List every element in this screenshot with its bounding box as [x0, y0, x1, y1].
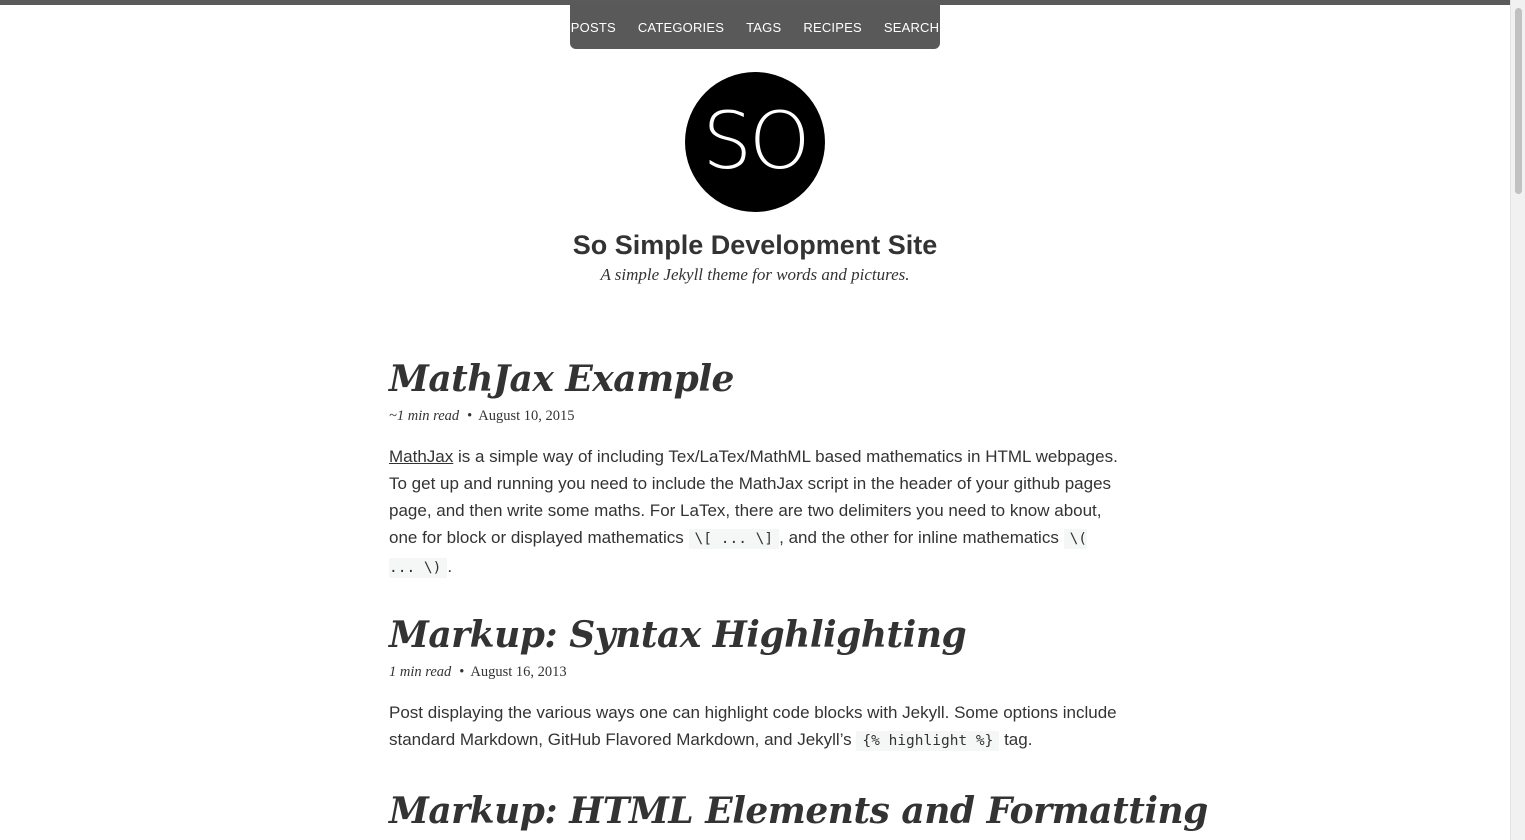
post-date: August 16, 2013 [470, 664, 567, 680]
nav-search[interactable]: SEARCH [873, 20, 950, 35]
nav-categories[interactable]: CATEGORIES [627, 20, 735, 35]
post-entry: Markup: HTML Elements and Formatting [389, 790, 1208, 832]
post-meta: 1 min read • August 16, 2013 [389, 664, 1119, 681]
post-title[interactable]: Markup: Syntax Highlighting [389, 614, 1119, 656]
post-title[interactable]: MathJax Example [389, 358, 1119, 400]
inline-code: {% highlight %} [856, 731, 1000, 751]
read-time: 1 min read [389, 664, 452, 680]
excerpt-text: . [447, 557, 453, 576]
meta-separator: • [467, 408, 473, 424]
excerpt-text: , and the other for inline mathematics [779, 528, 1064, 547]
main-nav: POSTS CATEGORIES TAGS RECIPES SEARCH [570, 5, 940, 49]
post-excerpt: Post displaying the various ways one can… [389, 699, 1119, 755]
inline-code: \[ ... \] [688, 529, 780, 549]
read-time: ~1 min read [389, 408, 460, 424]
nav-posts[interactable]: POSTS [560, 20, 627, 35]
post-meta: ~1 min read • August 10, 2015 [389, 408, 1119, 425]
post-entry: Markup: Syntax Highlighting 1 min read • A… [389, 614, 1119, 755]
meta-separator: • [459, 664, 465, 680]
post-entry: MathJax Example ~1 min read • August 10, 2… [389, 358, 1119, 582]
post-excerpt: MathJax is a simple way of including Tex… [389, 443, 1119, 582]
post-date: August 10, 2015 [478, 408, 575, 424]
site-title[interactable]: So Simple Development Site [0, 230, 1510, 261]
nav-tags[interactable]: TAGS [735, 20, 792, 35]
nav-recipes[interactable]: RECIPES [792, 20, 872, 35]
site-logo[interactable]: SO [685, 72, 825, 212]
site-description: A simple Jekyll theme for words and pict… [600, 265, 910, 284]
vertical-scrollbar[interactable] [1510, 0, 1525, 840]
mathjax-link[interactable]: MathJax [389, 447, 453, 466]
post-title[interactable]: Markup: HTML Elements and Formatting [389, 790, 1208, 832]
excerpt-text: tag. [999, 730, 1033, 749]
scrollbar-thumb[interactable] [1515, 8, 1522, 194]
